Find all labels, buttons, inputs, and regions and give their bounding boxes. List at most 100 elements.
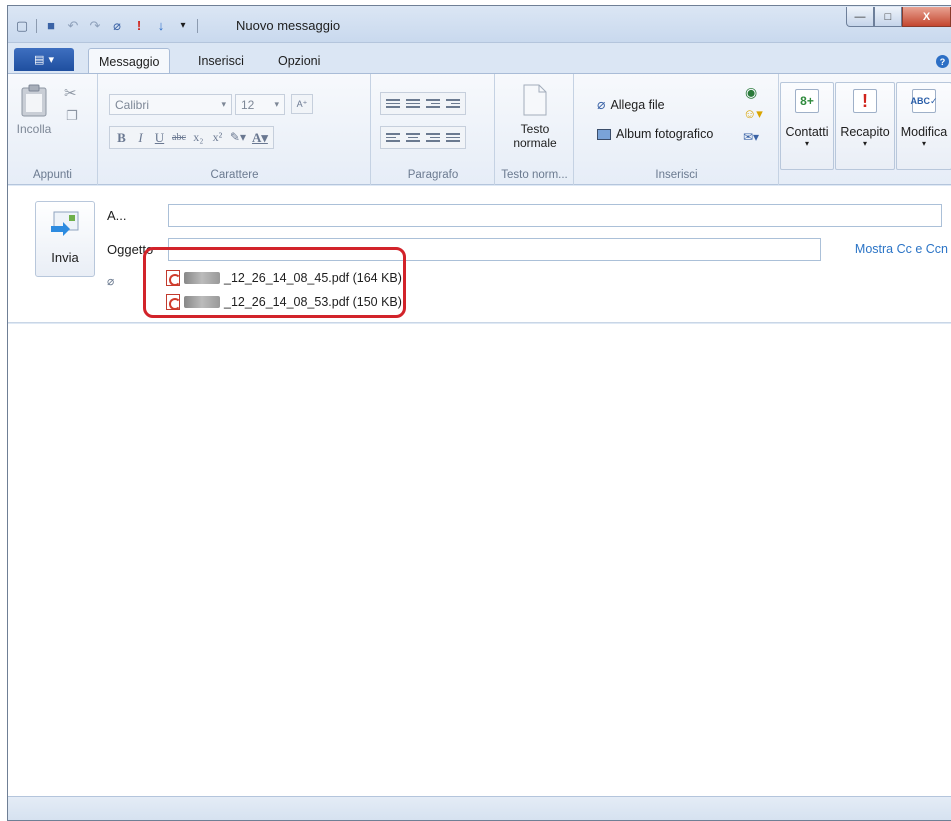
high-priority-icon: ! xyxy=(853,89,877,113)
close-button[interactable]: X xyxy=(902,7,951,27)
to-label[interactable]: A... xyxy=(107,208,127,223)
paperclip-icon[interactable]: ⌀ xyxy=(109,18,125,34)
send-button[interactable]: Invia xyxy=(35,201,95,277)
plain-text-label: Testo normale xyxy=(513,122,557,150)
priority-button[interactable]: ! Recapito ▾ xyxy=(835,82,895,170)
group-inserisci: ⌀ Allega file Album fotografico ◉ ☺▾ ✉▾ … xyxy=(575,74,779,185)
align-right-icon[interactable] xyxy=(424,129,442,147)
priority-label: Recapito xyxy=(840,125,890,139)
send-icon xyxy=(51,211,79,236)
superscript-icon[interactable]: x² xyxy=(209,129,226,147)
group-label-appunti: Appunti xyxy=(32,169,72,181)
tab-inserisci[interactable]: Inserisci xyxy=(188,48,254,74)
grow-font-icon[interactable]: A⁺ xyxy=(291,94,313,114)
photo-album-button[interactable]: Album fotografico xyxy=(597,127,713,141)
send-label: Invia xyxy=(51,250,79,265)
paperclip-icon: ⌀ xyxy=(597,96,606,112)
quick-access-toolbar: ▢ ■ ↶ ↷ ⌀ ! ↓ ▾ xyxy=(14,16,198,36)
attach-file-button[interactable]: ⌀ Allega file xyxy=(597,96,665,113)
attachments-highlight-box xyxy=(143,247,406,318)
message-body[interactable] xyxy=(8,324,951,796)
paperclip-icon: ⌀ xyxy=(107,274,115,288)
app-menu-button[interactable]: ▤ ▾ xyxy=(14,48,74,71)
attach-file-label: Allega file xyxy=(610,97,665,112)
chevron-down-icon: ▾ xyxy=(921,139,926,148)
status-bar xyxy=(8,796,951,820)
new-message-icon[interactable]: ▢ xyxy=(14,18,30,34)
emoticon-icon[interactable]: ☺▾ xyxy=(743,106,763,122)
customize-toolbar-icon[interactable]: ▾ xyxy=(175,18,191,34)
plain-text-button[interactable]: Testo normale xyxy=(502,84,568,150)
chevron-down-icon: ▾ xyxy=(274,99,279,109)
contacts-button[interactable]: 8+ Contatti ▾ xyxy=(780,82,834,170)
redo-icon[interactable]: ↷ xyxy=(87,18,103,34)
font-format-toolbar: B I U abc x₂ x² ✎▾ A▾ xyxy=(109,126,274,149)
group-label-testo-normale: Testo norm... xyxy=(501,169,568,181)
cut-icon[interactable]: ✂ xyxy=(64,84,77,102)
clipboard-icon xyxy=(21,84,47,117)
minimize-button[interactable]: — xyxy=(846,7,874,27)
font-size-select[interactable]: 12 ▾ xyxy=(235,94,285,115)
ribbon: Incolla ✂ ❐ Appunti Calibri ▾ 12 ▾ A⁺ B … xyxy=(8,73,951,185)
ribbon-tabs: ▤ ▾ Messaggio Inserisci Opzioni ? xyxy=(8,43,951,74)
group-paragrafo: Paragrafo xyxy=(372,74,495,185)
group-label-carattere: Carattere xyxy=(210,169,259,181)
group-label-paragrafo: Paragrafo xyxy=(407,169,459,181)
increase-indent-icon[interactable] xyxy=(444,95,462,113)
photo-album-icon xyxy=(597,128,611,140)
justify-icon[interactable] xyxy=(444,129,462,147)
menu-icon: ▤ xyxy=(34,54,45,66)
font-family-select[interactable]: Calibri ▾ xyxy=(109,94,232,115)
group-carattere: Calibri ▾ 12 ▾ A⁺ B I U abc x₂ x² ✎▾ A▾ … xyxy=(99,74,371,185)
window-controls: — □ X xyxy=(846,7,951,27)
contacts-label: Contatti xyxy=(785,125,829,139)
signature-icon[interactable]: ✉▾ xyxy=(743,130,759,144)
bulleted-list-icon[interactable] xyxy=(404,95,422,113)
underline-icon[interactable]: U xyxy=(151,129,168,147)
high-priority-icon[interactable]: ! xyxy=(131,18,147,34)
align-center-icon[interactable] xyxy=(404,129,422,147)
edit-label: Modifica xyxy=(900,125,948,139)
edit-button[interactable]: ABC✓ Modifica ▾ xyxy=(896,82,951,170)
decrease-indent-icon[interactable] xyxy=(424,95,442,113)
chevron-down-icon: ▾ xyxy=(221,99,226,109)
numbered-list-icon[interactable] xyxy=(384,95,402,113)
show-cc-bcc-link[interactable]: Mostra Cc e Ccn xyxy=(855,242,948,256)
subscript-icon[interactable]: x₂ xyxy=(190,129,207,147)
tab-opzioni[interactable]: Opzioni xyxy=(268,48,330,74)
copy-icon[interactable]: ❐ xyxy=(66,108,78,124)
to-field[interactable] xyxy=(168,204,942,227)
maximize-button[interactable]: □ xyxy=(874,7,902,27)
window-title: Nuovo messaggio xyxy=(236,18,341,33)
group-label-inserisci: Inserisci xyxy=(655,169,698,181)
chevron-down-icon: ▾ xyxy=(804,139,809,148)
strikethrough-icon[interactable]: abc xyxy=(170,129,188,147)
bold-icon[interactable]: B xyxy=(113,129,130,147)
italic-icon[interactable]: I xyxy=(132,129,149,147)
hyperlink-icon[interactable]: ◉ xyxy=(745,84,757,101)
chevron-down-icon: ▾ xyxy=(48,54,54,66)
tab-messaggio[interactable]: Messaggio xyxy=(88,48,171,74)
title-bar: ▢ ■ ↶ ↷ ⌀ ! ↓ ▾ Nuovo messaggio — □ X xyxy=(8,6,951,43)
font-family-value: Calibri xyxy=(115,97,150,112)
chevron-down-icon: ▾ xyxy=(862,139,867,148)
font-color-icon[interactable]: A▾ xyxy=(250,129,270,147)
spellcheck-icon: ABC✓ xyxy=(910,89,938,113)
photo-album-label: Album fotografico xyxy=(616,127,714,141)
document-icon xyxy=(523,84,547,116)
list-toolbar xyxy=(380,92,466,115)
mail-window: ▢ ■ ↶ ↷ ⌀ ! ↓ ▾ Nuovo messaggio — □ X ▤ ▾… xyxy=(7,5,951,821)
align-left-icon[interactable] xyxy=(384,129,402,147)
group-appunti: Incolla ✂ ❐ Appunti xyxy=(8,74,98,185)
low-priority-icon[interactable]: ↓ xyxy=(153,18,169,34)
undo-icon[interactable]: ↶ xyxy=(65,18,81,34)
group-testo-normale: Testo normale Testo norm... xyxy=(496,74,574,185)
help-icon[interactable]: ? xyxy=(936,55,949,68)
font-size-value: 12 xyxy=(241,97,255,112)
align-toolbar xyxy=(380,126,466,149)
paste-button[interactable]: Incolla xyxy=(12,84,56,136)
save-icon[interactable]: ■ xyxy=(43,18,59,34)
highlight-icon[interactable]: ✎▾ xyxy=(228,129,248,147)
contacts-icon: 8+ xyxy=(795,89,819,113)
paste-label: Incolla xyxy=(16,122,52,136)
